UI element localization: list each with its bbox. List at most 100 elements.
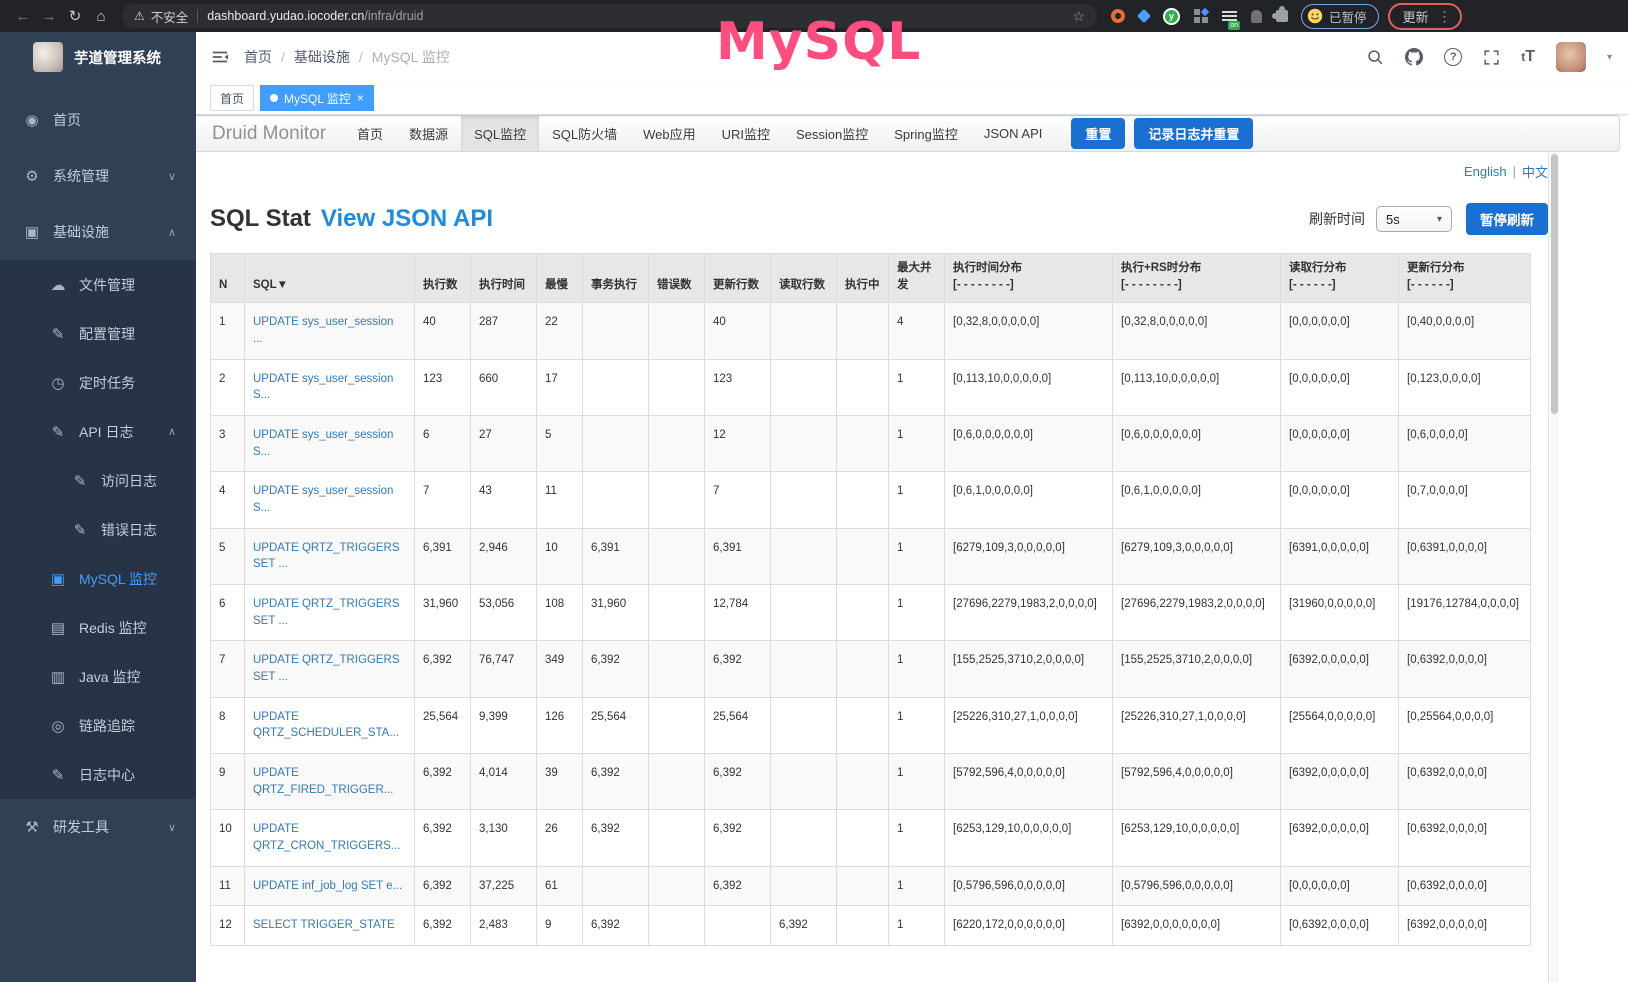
sidebar-item[interactable]: ✎错误日志 [0,505,196,554]
scrollbar[interactable] [1548,152,1559,982]
sidebar-item[interactable]: ✎API 日志∧ [0,407,196,456]
sidebar-item[interactable]: ▣基础设施∧ [0,204,196,260]
table-cell: [0,0,0,0,0,0] [1281,303,1399,359]
druid-nav-item[interactable]: 数据源 [396,116,461,151]
druid-nav-item[interactable]: Web应用 [630,116,709,151]
help-icon[interactable]: ? [1444,48,1462,66]
druid-nav-item[interactable]: SQL监控 [461,116,539,151]
search-icon[interactable] [1367,49,1384,66]
close-icon[interactable]: × [357,91,364,105]
druid-nav-item[interactable]: JSON API [971,116,1056,151]
sidebar-item[interactable]: ☁文件管理 [0,260,196,309]
sql-link[interactable]: UPDATE QRTZ_TRIGGERS SET ... [253,542,400,571]
paused-badge[interactable]: 已暂停 [1301,4,1379,29]
column-header[interactable]: 读取行数 [771,254,837,303]
column-header[interactable]: 更新行分布[- - - - - -] [1399,254,1531,303]
back-icon[interactable]: ← [10,8,36,25]
font-size-icon[interactable]: tT [1521,48,1535,66]
scrollbar-thumb[interactable] [1551,154,1558,414]
extension-ghost-icon[interactable] [1251,10,1262,23]
sql-link[interactable]: UPDATE sys_user_session S... [253,373,393,402]
view-json-api-link[interactable]: View JSON API [321,205,493,233]
table-cell: 1 [889,359,945,415]
column-header[interactable]: 错误数 [649,254,705,303]
sidebar-item[interactable]: ✎访问日志 [0,456,196,505]
sidebar-item[interactable]: ▥Java 监控 [0,652,196,701]
druid-nav-item[interactable]: URI监控 [709,116,783,151]
sql-link[interactable]: UPDATE QRTZ_FIRED_TRIGGER... [253,767,393,796]
table-cell: 12 [705,416,771,472]
column-header-label: 执行中 [845,277,880,294]
kebab-menu-icon[interactable]: ⋮ [1438,8,1452,25]
sidebar-item[interactable]: ▣MySQL 监控 [0,554,196,603]
sql-link[interactable]: UPDATE inf_job_log SET e... [253,880,402,892]
sql-link[interactable]: UPDATE QRTZ_CRON_TRIGGERS... [253,823,400,852]
sql-link[interactable]: UPDATE QRTZ_TRIGGERS SET ... [253,654,400,683]
sql-link[interactable]: UPDATE sys_user_session S... [253,429,393,458]
table-cell: 39 [537,754,583,810]
druid-nav-item[interactable]: Session监控 [783,116,881,151]
reset-button[interactable]: 重置 [1071,118,1125,149]
home-icon[interactable]: ⌂ [88,8,114,25]
column-header[interactable]: N [211,254,245,303]
column-header[interactable]: 执行时间 [471,254,537,303]
extension-list-icon[interactable]: on [1222,9,1237,23]
sql-link[interactable]: UPDATE QRTZ_TRIGGERS SET ... [253,598,400,627]
breadcrumb-item[interactable]: 基础设施 [294,47,350,67]
sql-link[interactable]: UPDATE QRTZ_SCHEDULER_STA... [253,711,399,740]
extension-blue-icon[interactable] [1137,9,1151,23]
column-header[interactable]: 最大并发 [889,254,945,303]
sql-link[interactable]: UPDATE sys_user_session ... [253,316,393,345]
fullscreen-icon[interactable] [1483,49,1500,66]
tab-home[interactable]: 首页 [210,85,254,111]
column-header[interactable]: 读取行分布[- - - - - -] [1281,254,1399,303]
refresh-interval-select[interactable]: 5s ▾ [1376,206,1452,232]
sidebar-item[interactable]: ⚙系统管理∨ [0,148,196,204]
sidebar-item[interactable]: ⚒研发工具∨ [0,799,196,855]
column-header[interactable]: 执行中 [837,254,889,303]
sidebar-item[interactable]: ✎配置管理 [0,309,196,358]
table-cell [649,866,705,906]
hamburger-icon[interactable] [196,49,244,65]
log-and-reset-button[interactable]: 记录日志并重置 [1134,118,1253,149]
druid-nav-item[interactable]: 首页 [344,116,396,151]
sidebar-item[interactable]: ▤Redis 监控 [0,603,196,652]
table-cell: [0,0,0,0,0,0] [1281,472,1399,528]
table-cell: [0,113,10,0,0,0,0,0] [945,359,1113,415]
extension-orange-icon[interactable] [1111,9,1125,23]
tab-mysql-monitor[interactable]: MySQL 监控 × [260,85,374,111]
column-header[interactable]: SQL▼ [245,254,415,303]
address-bar[interactable]: ⚠ 不安全 dashboard.yudao.iocoder.cn/infra/d… [122,4,1097,28]
sql-link[interactable]: SELECT TRIGGER_STATE [253,919,395,931]
pause-refresh-button[interactable]: 暂停刷新 [1466,203,1548,235]
druid-nav-item[interactable]: SQL防火墙 [539,116,630,151]
extensions-puzzle-icon[interactable] [1276,10,1288,22]
column-header[interactable]: 执行+RS时分布[- - - - - - - -] [1113,254,1281,303]
update-button[interactable]: 更新 ⋮ [1388,3,1462,30]
breadcrumb-item[interactable]: 首页 [244,47,272,67]
lang-english-link[interactable]: English [1464,164,1507,179]
column-header[interactable]: 执行数 [415,254,471,303]
sidebar-item[interactable]: ◉首页 [0,92,196,148]
sidebar-item[interactable]: ✎日志中心 [0,750,196,799]
reload-icon[interactable]: ↻ [62,7,88,25]
extension-green-icon[interactable]: y [1163,8,1180,25]
chevron-down-icon[interactable]: ▾ [1607,52,1612,63]
security-label[interactable]: 不安全 [151,7,189,26]
gear-icon: ⚙ [22,167,42,185]
lang-chinese-link[interactable]: 中文 [1522,162,1548,181]
druid-brand[interactable]: Druid Monitor [196,116,344,151]
bookmark-star-icon[interactable]: ☆ [1072,8,1085,25]
column-header[interactable]: 执行时间分布[- - - - - - - -] [945,254,1113,303]
forward-icon[interactable]: → [36,8,62,25]
druid-nav-item[interactable]: Spring监控 [881,116,971,151]
column-header[interactable]: 更新行数 [705,254,771,303]
extension-squares-icon[interactable] [1194,9,1208,23]
sql-link[interactable]: UPDATE sys_user_session S... [253,485,393,514]
github-icon[interactable] [1405,48,1423,66]
sidebar-item[interactable]: ◷定时任务 [0,358,196,407]
avatar[interactable] [1556,42,1586,72]
sidebar-item[interactable]: ◎链路追踪 [0,701,196,750]
column-header[interactable]: 最慢 [537,254,583,303]
column-header[interactable]: 事务执行 [583,254,649,303]
